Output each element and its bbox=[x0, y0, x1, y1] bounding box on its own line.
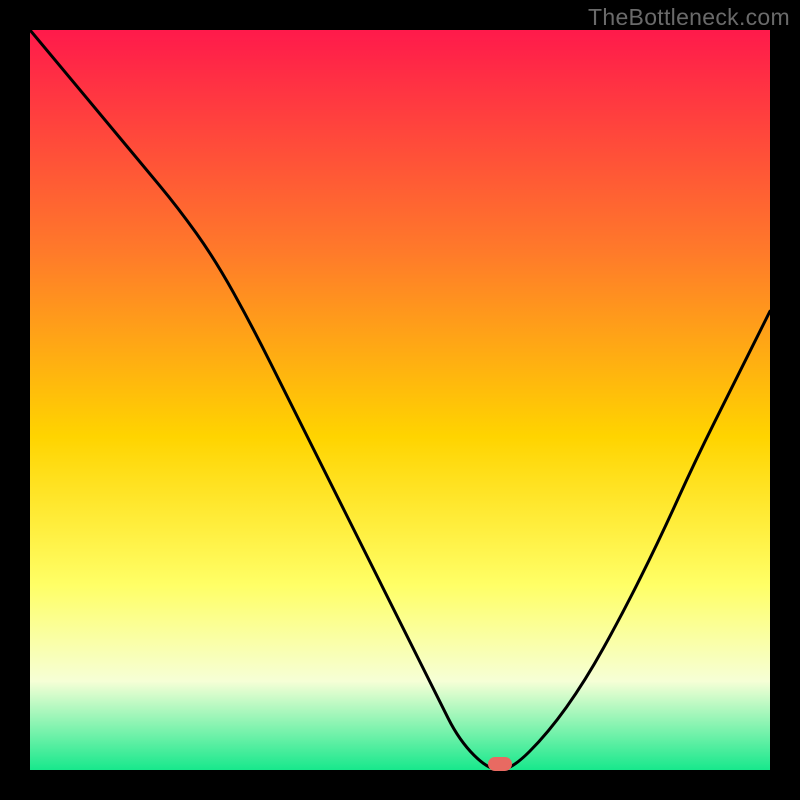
watermark-text: TheBottleneck.com bbox=[588, 4, 790, 31]
plot-frame bbox=[30, 30, 770, 770]
chart-container: TheBottleneck.com bbox=[0, 0, 800, 800]
bottleneck-curve bbox=[30, 30, 770, 770]
plot-area bbox=[30, 30, 770, 770]
optimal-marker bbox=[488, 757, 512, 771]
